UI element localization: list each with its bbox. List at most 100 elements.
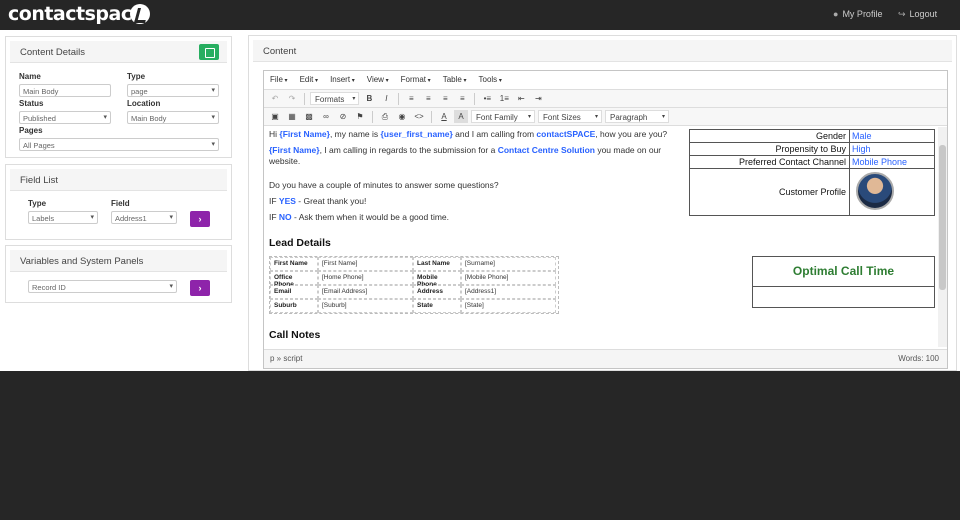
menu-file[interactable]: File [270,75,288,85]
print-icon[interactable]: ⎙ [378,110,392,123]
user-icon: ● [833,9,839,19]
logout-link[interactable]: ↪ Logout [898,9,937,20]
logout-icon: ↪ [898,9,906,19]
table-row: Office Phone [Home Phone] Mobile Phone [… [270,271,558,288]
italic-icon[interactable]: I [379,92,393,105]
lead-details-heading: Lead Details [269,237,331,249]
preview-icon[interactable]: ◉ [395,110,409,123]
insert-field-button[interactable]: › [190,211,210,227]
status-label: Status [19,99,44,108]
script-greeting: Hi {First Name}, my name is {user_first_… [269,129,668,139]
field-select[interactable]: Address1 [111,211,177,224]
toolbar-separator [431,110,432,123]
name-label: Name [19,72,41,81]
optimal-call-time-body [753,287,934,307]
menu-view[interactable]: View [367,75,389,85]
optimal-call-time-title: Optimal Call Time [753,257,934,287]
redo-icon[interactable]: ↷ [285,92,299,105]
paragraph-dropdown[interactable]: Paragraph [605,110,669,124]
profile-row: Preferred Contact Channel Mobile Phone [690,156,934,169]
pages-label: Pages [19,126,43,135]
toolbar-separator [304,92,305,105]
align-justify-icon[interactable]: ≡ [455,92,469,105]
image-manager-icon[interactable]: ▣ [268,110,282,123]
undo-icon[interactable]: ↶ [268,92,282,105]
location-label: Location [127,99,161,108]
link-icon[interactable]: ∞ [319,110,333,123]
rich-text-editor: File Edit Insert View Format Table Tools… [263,70,948,369]
lead-details-table: First Name [First Name] Last Name [Surna… [269,256,559,314]
menu-tools[interactable]: Tools [479,75,502,85]
field-list-panel: Field List Type Labels Field Address1 › [5,164,232,240]
word-count: Words: 100 [898,354,939,363]
media-icon[interactable]: ▩ [302,110,316,123]
source-code-icon[interactable]: <> [412,110,426,123]
script-question: Do you have a couple of minutes to answe… [269,180,499,190]
menu-table[interactable]: Table [443,75,467,85]
variables-panel: Variables and System Panels Record ID › [5,245,232,303]
script-if-no: IF NO - Ask them when it would be a good… [269,212,450,222]
menu-edit[interactable]: Edit [300,75,318,85]
call-notes-heading: Call Notes [269,329,321,341]
menu-insert[interactable]: Insert [330,75,355,85]
editor-toolbar-row2: ▣ ▦ ▩ ∞ ⊘ ⚑ ⎙ ◉ <> A A Font Family Font … [264,108,947,126]
editor-statusbar: p » script Words: 100 [264,349,947,368]
font-family-dropdown[interactable]: Font Family [471,110,535,124]
numbered-list-icon[interactable]: 1≡ [497,92,511,105]
editor-menubar: File Edit Insert View Format Table Tools [264,71,947,90]
background-color-icon[interactable]: A [454,110,468,123]
script-intro-cont: website. [269,156,301,166]
bullet-list-icon[interactable]: •≡ [480,92,494,105]
profile-row: Gender Male [690,130,934,143]
editor-scrollbar[interactable] [938,127,947,347]
script-intro: {First Name}, I am calling in regards to… [269,145,662,155]
align-right-icon[interactable]: ≡ [438,92,452,105]
scrollbar-thumb[interactable] [939,145,946,290]
content-panel: Content File Edit Insert View Format Tab… [248,35,957,371]
logo-mark-icon [130,4,150,24]
toolbar-separator [398,92,400,105]
editor-content-area[interactable]: Hi {First Name}, my name is {user_first_… [264,127,947,347]
align-center-icon[interactable]: ≡ [421,92,435,105]
optimal-call-time-box: Optimal Call Time [752,256,935,308]
unlink-icon[interactable]: ⊘ [336,110,350,123]
outdent-icon[interactable]: ⇤ [514,92,528,105]
menu-format[interactable]: Format [401,75,431,85]
variables-select[interactable]: Record ID [28,280,177,293]
bookmark-icon[interactable]: ⚑ [353,110,367,123]
name-input[interactable]: Main Body [19,84,111,97]
my-profile-link[interactable]: ● My Profile [833,9,882,19]
toolbar-separator [372,110,373,123]
element-path[interactable]: p » script [270,354,302,363]
customer-profile-table: Gender Male Propensity to Buy High Prefe… [689,129,935,216]
panel-header: Variables and System Panels [10,250,227,272]
field-type-select[interactable]: Labels [28,211,98,224]
avatar [856,172,894,210]
field-label: Field [111,199,130,208]
customer-avatar-cell [850,169,934,215]
save-button[interactable] [199,44,219,60]
image-icon[interactable]: ▦ [285,110,299,123]
indent-icon[interactable]: ⇥ [531,92,545,105]
pages-select[interactable]: All Pages [19,138,219,151]
table-row: Email [Email Address] Address [Address1] [270,285,558,299]
panel-header: Field List [10,169,227,191]
type-label: Type [127,72,146,81]
app-logo[interactable]: contactspace [8,3,144,25]
insert-variable-button[interactable]: › [190,280,210,296]
profile-row: Propensity to Buy High [690,143,934,156]
toolbar-separator [474,92,476,105]
text-color-icon[interactable]: A [437,110,451,123]
type-select[interactable]: page [127,84,219,97]
status-select[interactable]: Published [19,111,111,124]
font-sizes-dropdown[interactable]: Font Sizes [538,110,602,124]
formats-dropdown[interactable]: Formats [310,92,360,106]
editor-toolbar-row1: ↶ ↷ Formats B I ≡ ≡ ≡ ≡ •≡ 1≡ ⇤ ⇥ [264,90,947,108]
content-header: Content [253,40,952,62]
bold-icon[interactable]: B [362,92,376,105]
top-navbar: contactspace ● My Profile ↪ Logout [0,0,960,30]
field-type-label: Type [28,199,47,208]
panel-header: Content Details [10,41,227,63]
align-left-icon[interactable]: ≡ [404,92,418,105]
location-select[interactable]: Main Body [127,111,219,124]
